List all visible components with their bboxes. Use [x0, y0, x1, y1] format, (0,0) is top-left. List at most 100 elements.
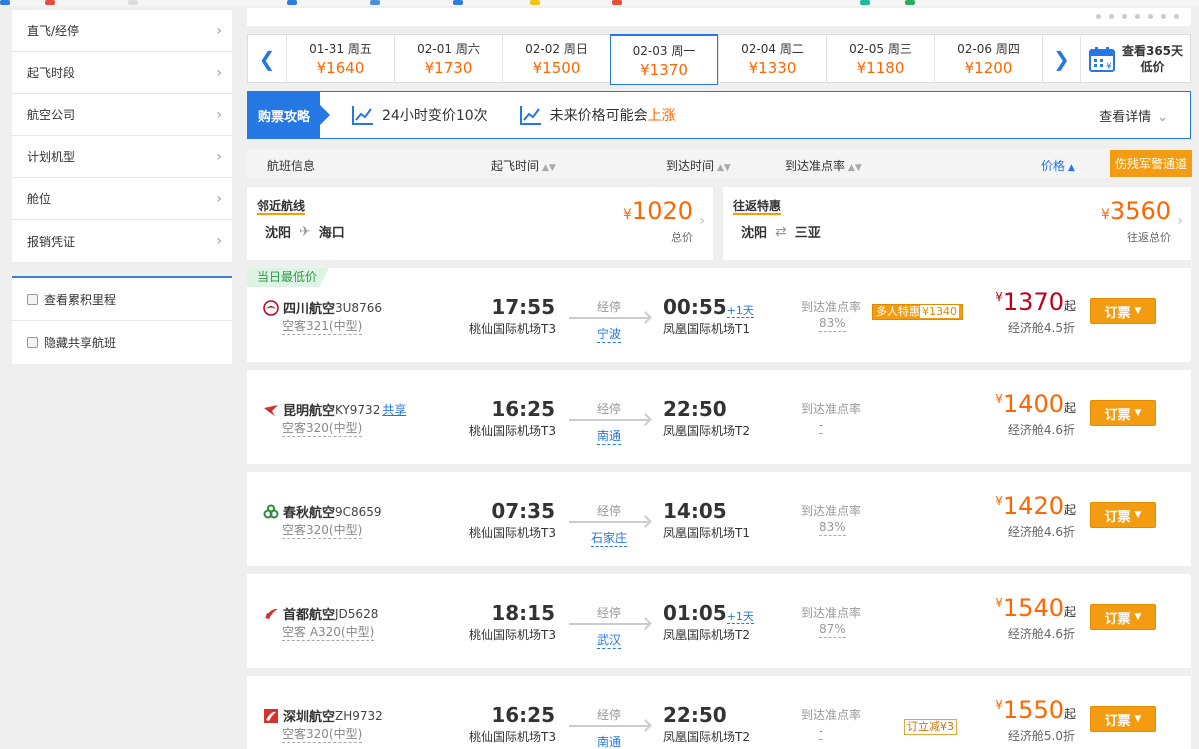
arrival-airport: 凤凰国际机场T2: [663, 424, 750, 438]
shared-flight-link[interactable]: 共享: [382, 401, 406, 418]
calendar-icon: ¥: [1088, 46, 1115, 72]
calendar-365-button[interactable]: ¥ 查看365天 低价: [1080, 35, 1190, 82]
sort-arr-time[interactable]: 到达时间 ▲▼: [666, 157, 731, 174]
departure-airport: 桃仙国际机场T3: [469, 322, 556, 336]
checkbox[interactable]: [27, 293, 38, 305]
flight-row[interactable]: 首都航空 JD5628 空客 A320(中型) 18:15 桃仙国际机场T3 经停 武汉 01…: [247, 574, 1191, 668]
filter-direct-stop[interactable]: 直飞/经停 ›: [12, 10, 232, 52]
sort-arrows-icon: ▲▼: [542, 163, 556, 173]
cabin-discount: 经济舱4.6折: [1007, 627, 1075, 641]
airline-info: 春秋航空 9C8659: [263, 502, 382, 521]
flight-price: ¥1400起: [995, 390, 1076, 418]
book-button[interactable]: 订票 ▼: [1090, 400, 1156, 426]
stop-city[interactable]: 石家庄: [590, 531, 627, 547]
date-cell-selected[interactable]: 02-03 周一 ¥1370: [610, 34, 718, 85]
filter-aircraft[interactable]: 计划机型 ›: [12, 136, 232, 178]
sort-price[interactable]: 价格 ▲: [1041, 157, 1075, 174]
stop-city[interactable]: 南通: [596, 429, 621, 445]
next-date-button[interactable]: ❯: [1042, 35, 1080, 82]
date-cell[interactable]: 02-05 周三 ¥1180: [826, 35, 934, 82]
flight-row[interactable]: 春秋航空 9C8659 空客320(中型) 07:35 桃仙国际机场T3 经停 石家庄 14:…: [247, 472, 1191, 566]
chevron-right-icon: ›: [216, 148, 222, 165]
book-button[interactable]: 订票 ▼: [1090, 502, 1156, 528]
arrival-time: 01:05+1天: [663, 601, 754, 625]
aircraft-type[interactable]: 空客320(中型): [282, 523, 363, 539]
date-cell[interactable]: 01-31 周五 ¥1640: [286, 35, 394, 82]
sort-ontime[interactable]: 到达准点率 ▲▼: [785, 157, 862, 174]
ticket-tips-bar: 购票攻略 24小时变价10次 未来价格可能会 上涨 查看详情 ⌄: [247, 91, 1191, 139]
currency-symbol: ¥: [995, 290, 1003, 304]
sort-arrows-icon: ▲▼: [717, 163, 731, 173]
book-button[interactable]: 订票 ▼: [1090, 604, 1156, 630]
flight-row[interactable]: 昆明航空 KY9732 共享 空客320(中型) 16:25 桃仙国际机场T3 经停 南通 22…: [247, 370, 1191, 464]
ontime-rate[interactable]: 83%: [819, 316, 846, 332]
chevron-right-icon: ›: [699, 213, 705, 229]
price-value: 1540: [1002, 594, 1064, 622]
book-button[interactable]: 订票 ▼: [1090, 706, 1156, 732]
check-mileage[interactable]: 查看累积里程: [12, 278, 232, 321]
stop-city[interactable]: 武汉: [596, 633, 621, 649]
book-label: 订票: [1104, 407, 1131, 423]
date-price: ¥1370: [640, 60, 688, 79]
promo-route: 沈阳 ⇄ 三亚: [741, 222, 821, 242]
ontime-rate[interactable]: 83%: [819, 520, 846, 536]
tips-detail-link[interactable]: 查看详情 ⌄: [1099, 106, 1168, 125]
aircraft-type[interactable]: 空客 A320(中型): [282, 625, 375, 641]
chevron-right-icon: ›: [216, 106, 222, 123]
arrival-time-value: 22:50: [663, 703, 727, 727]
prev-date-button[interactable]: ❮: [248, 35, 286, 82]
stopover: 经停 南通: [565, 400, 653, 445]
route-arrow-icon: [569, 725, 649, 727]
filter-departure-time[interactable]: 起飞时段 ›: [12, 52, 232, 94]
soldier-channel-button[interactable]: 伤残军警通道: [1109, 150, 1192, 177]
aircraft-type[interactable]: 空客320(中型): [282, 727, 363, 743]
instant-discount-badge[interactable]: 订立减¥3: [904, 719, 957, 735]
next-day-badge[interactable]: +1天: [726, 304, 754, 318]
calendar-label: 查看365天 低价: [1122, 43, 1183, 75]
stop-city[interactable]: 宁波: [596, 327, 621, 343]
arrival-time-value: 01:05: [663, 601, 727, 625]
round-trip-icon: ⇄: [775, 223, 787, 240]
spring-airlines-logo-icon: [263, 504, 279, 518]
promo-round-trip[interactable]: 往返特惠 沈阳 ⇄ 三亚 ¥3560 往返总价 ›: [723, 187, 1191, 260]
filter-cabin[interactable]: 舱位 ›: [12, 178, 232, 220]
date-cell[interactable]: 02-02 周日 ¥1500: [502, 35, 610, 82]
airline-name: 深圳航空: [283, 710, 336, 725]
price-value: 3560: [1109, 197, 1171, 225]
stop-city[interactable]: 南通: [597, 735, 621, 749]
promo-price: ¥3560: [1101, 197, 1171, 225]
flight-row[interactable]: 深圳航空 ZH9732 空客320(中型) 16:25 桃仙国际机场T3 经停 南通 22:5…: [247, 676, 1191, 749]
sort-dep-time[interactable]: 起飞时间 ▲▼: [491, 157, 556, 174]
arrival-time: 22:50: [663, 397, 727, 421]
aircraft-type[interactable]: 空客320(中型): [282, 421, 363, 437]
arrival-time: 00:55+1天: [663, 295, 754, 319]
flight-row[interactable]: 当日最低价 四川航空 3U8766 空客321(中型) 17:55 桃仙国际机场T3 经停宁…: [247, 268, 1191, 362]
check-hide-shared[interactable]: 隐藏共享航班: [12, 321, 232, 364]
ontime-label: 到达准点率: [801, 606, 862, 620]
filter-invoice[interactable]: 报销凭证 ›: [12, 220, 232, 262]
chevron-down-icon: ⌄: [1157, 109, 1168, 125]
book-button[interactable]: 订票 ▼: [1090, 298, 1156, 324]
group-discount-badge[interactable]: 多人特惠 ¥1340: [872, 304, 963, 320]
date-cell[interactable]: 02-04 周二 ¥1330: [718, 35, 826, 82]
date-cell[interactable]: 02-06 周四 ¥1200: [934, 35, 1042, 82]
route-to: 海口: [318, 226, 345, 241]
promo-nearby-route[interactable]: 邻近航线 沈阳 ✈ 海口 ¥1020 总价 ›: [247, 187, 713, 260]
next-day-badge[interactable]: +1天: [726, 610, 754, 624]
ontime-rate[interactable]: 87%: [819, 622, 846, 638]
tip-text: 24小时变价10次: [382, 108, 488, 124]
checkbox[interactable]: [27, 337, 38, 348]
route-arrow-icon: [569, 317, 649, 319]
filter-label: 航空公司: [27, 108, 76, 122]
option-sidebar: 查看累积里程 隐藏共享航班: [12, 276, 232, 364]
filter-airline[interactable]: 航空公司 ›: [12, 94, 232, 136]
date-cell[interactable]: 02-01 周六 ¥1730: [394, 35, 502, 82]
badge-label: 多人特惠: [876, 305, 920, 318]
carousel-dots[interactable]: [1096, 14, 1179, 19]
departure-airport: 桃仙国际机场T3: [469, 628, 556, 642]
sort-bar: 航班信息 起飞时间 ▲▼ 到达时间 ▲▼ 到达准点率 ▲▼ 价格 ▲ 伤残军警通道: [247, 149, 1192, 178]
ontime-rate[interactable]: -: [819, 724, 824, 740]
sort-up-icon: ▲: [1068, 163, 1075, 173]
ontime-rate[interactable]: -: [819, 418, 824, 434]
aircraft-type[interactable]: 空客321(中型): [282, 319, 363, 335]
